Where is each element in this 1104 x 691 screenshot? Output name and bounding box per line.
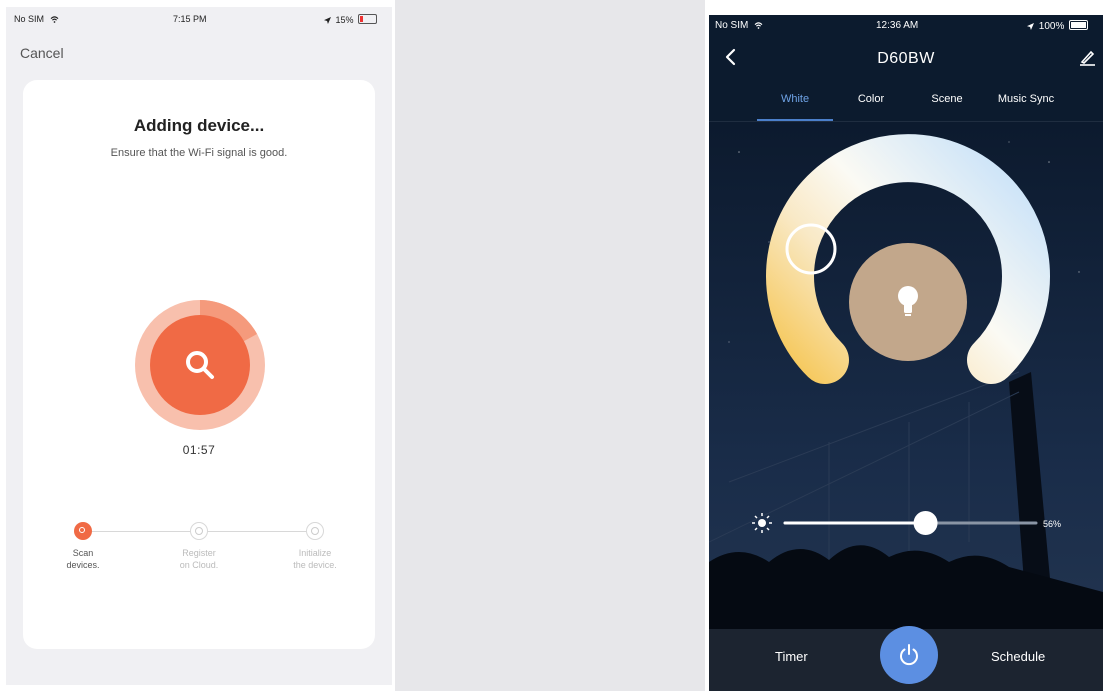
- battery-percent: 100%: [1038, 21, 1065, 32]
- power-icon: [900, 644, 918, 666]
- battery-group: 15%: [324, 14, 378, 25]
- page-title: Adding device...: [133, 116, 265, 135]
- schedule-button[interactable]: Schedule: [991, 649, 1045, 664]
- carrier-label: No SIM: [14, 14, 45, 24]
- power-button[interactable]: [880, 626, 938, 684]
- location-arrow-icon: [1027, 23, 1034, 30]
- tab-color[interactable]: Color: [839, 93, 903, 105]
- step-label: Register on Cloud.: [179, 548, 219, 570]
- step-register-cloud: Register on Cloud.: [159, 522, 239, 571]
- status-time: 12:36 AM: [876, 20, 919, 31]
- edit-icon: [1080, 50, 1095, 66]
- battery-percent: 15%: [335, 15, 354, 25]
- progress-card: Adding device... Ensure that the Wi-Fi s…: [23, 80, 375, 649]
- tab-white[interactable]: White: [761, 93, 829, 105]
- mode-tabs: White Color Scene Music Sync: [709, 81, 1103, 122]
- tab-music-sync[interactable]: Music Sync: [981, 93, 1071, 105]
- device-control-screen: No SIM 12:36 AM 100% D60BW White Color S…: [709, 15, 1103, 691]
- search-icon: [186, 351, 214, 379]
- active-tab-indicator: [757, 119, 833, 121]
- device-title: D60BW: [877, 50, 935, 67]
- battery-icon: [1069, 20, 1089, 30]
- step-initialize-device: Initialize the device.: [275, 522, 355, 571]
- step-label: Scan devices.: [66, 548, 100, 570]
- brightness-slider-knob[interactable]: [913, 511, 938, 535]
- scan-button: [150, 315, 250, 415]
- status-time: 7:15 PM: [173, 14, 207, 24]
- battery-icon: [358, 14, 378, 24]
- wifi-hint: Ensure that the Wi-Fi signal is good.: [110, 147, 288, 159]
- location-arrow-icon: [324, 17, 331, 24]
- wifi-icon: [50, 16, 58, 23]
- control-scene: 56%: [709, 122, 1103, 629]
- battery-group: 100%: [1027, 20, 1089, 32]
- step-active-icon: [74, 522, 92, 540]
- background-panel: [395, 0, 705, 691]
- carrier-label: No SIM: [715, 20, 749, 31]
- step-scan-devices: Scan devices.: [43, 522, 123, 571]
- carrier-group: No SIM: [715, 20, 763, 31]
- timer-button[interactable]: Timer: [775, 649, 808, 664]
- carrier-group: No SIM: [14, 14, 59, 24]
- edit-button[interactable]: [1077, 47, 1097, 67]
- status-bar: No SIM 12:36 AM 100%: [709, 15, 1103, 37]
- countdown-timer: 01:57: [182, 443, 216, 457]
- step-pending-icon: [190, 522, 208, 540]
- brightness-value: 56%: [1043, 519, 1061, 529]
- wifi-icon: [754, 22, 763, 29]
- adding-device-screen: No SIM 7:15 PM 15% Cancel Adding device.…: [6, 7, 392, 685]
- sun-icon: [752, 513, 772, 533]
- scan-progress-ring: [135, 300, 265, 430]
- tab-scene[interactable]: Scene: [915, 93, 979, 105]
- nav-header: D60BW: [709, 37, 1103, 81]
- bottom-bar: Timer Schedule: [709, 626, 1103, 691]
- cancel-button[interactable]: Cancel: [20, 45, 64, 61]
- step-label: Initialize the device.: [293, 548, 337, 570]
- status-bar: No SIM 7:15 PM 15%: [6, 7, 392, 33]
- step-pending-icon: [306, 522, 324, 540]
